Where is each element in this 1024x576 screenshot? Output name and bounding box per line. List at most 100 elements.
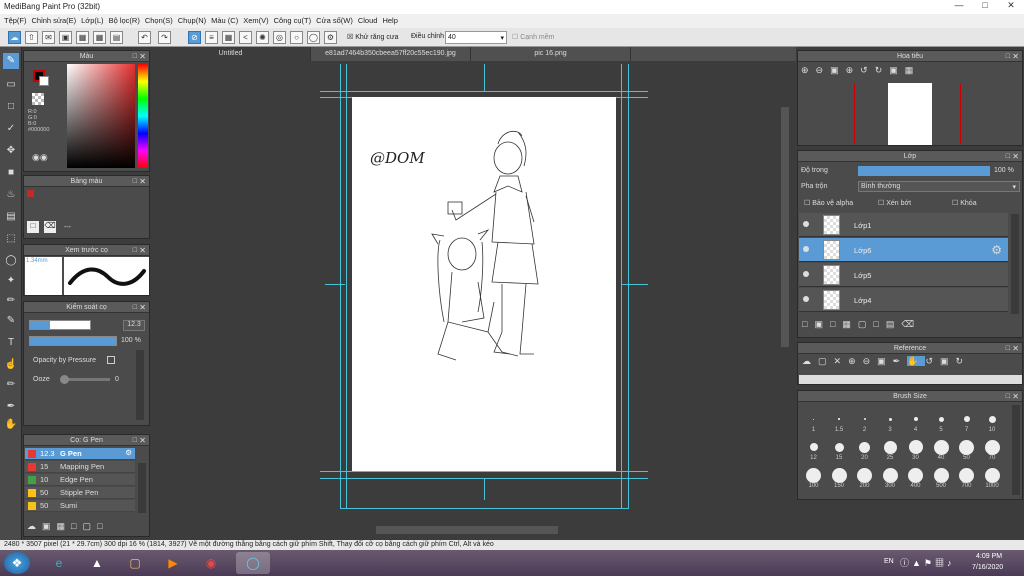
merge-icon[interactable]: ▤ [886, 319, 902, 329]
close-icon[interactable]: ✕ [1012, 51, 1019, 62]
magic-wand-icon[interactable]: ✦ [3, 273, 19, 289]
pin-icon[interactable]: □ [1006, 151, 1010, 162]
eye-icon[interactable] [803, 221, 809, 227]
new-file-icon[interactable]: ▣ [59, 31, 72, 44]
reference-view[interactable] [799, 375, 1022, 384]
scrollbar[interactable] [1012, 405, 1020, 495]
zoom-out-icon[interactable]: ⊖ [816, 65, 831, 75]
pin-icon[interactable]: □ [133, 176, 137, 187]
brush-size-option[interactable]: 1 [801, 411, 826, 437]
menu-layer[interactable]: Lớp(L) [81, 14, 108, 28]
scrollbar[interactable] [138, 463, 146, 513]
eyedropper-icon[interactable]: ✒ [893, 356, 908, 366]
tray-icons[interactable]: ⓘ▲⚑▦♪ [900, 556, 954, 569]
flip-icon[interactable]: ▣ [940, 356, 956, 366]
app-icon[interactable]: ▲ [80, 552, 114, 574]
menu-snap[interactable]: Chụp(N) [178, 14, 211, 28]
new-8bit-icon[interactable]: □ [830, 319, 842, 329]
start-button[interactable]: ❖ [4, 552, 30, 574]
lock-toggle[interactable]: ☐ Khóa [952, 199, 977, 207]
brush-size-option[interactable]: 300 [878, 467, 903, 493]
brush-size-option[interactable]: 30 [903, 439, 928, 465]
tab-jpg[interactable]: e81ad7464b350cbeea57ff20c55ec190.jpg [311, 47, 471, 61]
cloud-brush-icon[interactable]: ☁ [27, 521, 42, 531]
menu-cloud[interactable]: Cloud [358, 14, 383, 28]
media-icon[interactable]: ▶ [156, 552, 190, 574]
close-icon[interactable]: ✕ [139, 176, 146, 187]
upload-icon[interactable]: ⇧ [25, 31, 38, 44]
menu-file[interactable]: Tệp(F) [4, 14, 32, 28]
brush-size-option[interactable]: 25 [878, 439, 903, 465]
save-icon[interactable]: ▦ [76, 31, 89, 44]
brush-size-option[interactable]: 12 [801, 439, 826, 465]
brush-size-option[interactable]: 100 [801, 467, 826, 493]
hand-icon[interactable]: ✋ [907, 356, 926, 366]
brush-size-option[interactable]: 10 [980, 411, 1005, 437]
radial-snap-icon[interactable]: < [239, 31, 252, 44]
add-brush-icon[interactable]: ▣ [42, 521, 57, 531]
brush-size-option[interactable]: 50 [954, 439, 979, 465]
hue-slider[interactable] [138, 64, 148, 168]
close-icon[interactable]: ✕ [139, 302, 146, 313]
pin-icon[interactable]: □ [133, 245, 137, 256]
cross-snap-icon[interactable]: ✺ [256, 31, 269, 44]
soft-edge-toggle[interactable]: ☐ Cạnh mềm [512, 33, 554, 41]
operation-tool-icon[interactable]: ☝ [3, 357, 19, 373]
transparent-color[interactable] [32, 93, 44, 105]
menu-help[interactable]: Help [382, 14, 402, 28]
fit-icon[interactable]: ▣ [877, 356, 893, 366]
close-icon[interactable]: ✕ [139, 245, 146, 256]
brush-size-option[interactable]: 400 [903, 467, 928, 493]
grid-snap-icon[interactable]: ▦ [222, 31, 235, 44]
folder-icon[interactable]: ▢ [82, 521, 97, 531]
language-indicator[interactable]: EN [884, 558, 894, 565]
layer-item[interactable]: Lớp1 [799, 213, 1008, 237]
curve-snap-icon[interactable]: ◯ [307, 31, 320, 44]
ie-icon[interactable]: e [42, 552, 76, 574]
flip-icon[interactable]: ▣ [889, 65, 905, 75]
layer-opacity-slider[interactable] [858, 166, 990, 176]
select-tool-icon[interactable]: ⬚ [3, 231, 19, 247]
open-icon[interactable]: ▢ [818, 356, 834, 366]
layer-item[interactable]: Lớp6 ⚙ [799, 238, 1008, 262]
brush-size-option[interactable]: 700 [954, 467, 979, 493]
tab-untitled[interactable]: Untitled [151, 47, 311, 61]
palette-swatch[interactable] [27, 190, 34, 197]
zoom-in-icon[interactable]: ⊕ [848, 356, 863, 366]
bucket-tool-icon[interactable]: ♨ [3, 187, 19, 203]
minimize-button[interactable]: — [946, 0, 972, 14]
brush-size-option[interactable]: 40 [929, 439, 954, 465]
snap-off-icon[interactable]: ⊘ [188, 31, 201, 44]
pin-icon[interactable]: □ [133, 435, 137, 446]
layer-item[interactable]: Lớp4 [799, 288, 1008, 312]
close-icon[interactable]: ✕ [1012, 151, 1019, 162]
menu-select[interactable]: Chọn(S) [145, 14, 178, 28]
circle-snap-icon[interactable]: ○ [290, 31, 303, 44]
new-halftone-icon[interactable]: ▣ [814, 319, 830, 329]
protect-alpha-toggle[interactable]: ☐ Bảo vệ alpha [804, 199, 853, 207]
medibang-task-icon[interactable]: ◯ [236, 552, 270, 574]
eraser-tool-icon[interactable]: ▭ [3, 77, 19, 93]
blend-select[interactable]: Bình thường ▾ [858, 181, 1020, 192]
saturation-value-picker[interactable] [67, 64, 135, 168]
fit-icon[interactable]: ▣ [830, 65, 846, 75]
eye-icon[interactable] [803, 296, 809, 302]
pin-icon[interactable]: □ [1006, 51, 1010, 62]
correction-select[interactable]: 40 ▾ [445, 31, 507, 44]
rect-select-icon[interactable]: □ [3, 99, 19, 115]
color-swap-icon[interactable]: ◉◉ [32, 152, 48, 163]
pin-icon[interactable]: □ [1006, 343, 1010, 354]
gear-icon[interactable]: ⚙ [125, 448, 132, 457]
select-pen-icon[interactable]: ✏ [3, 293, 19, 309]
brush-size-option[interactable]: 1000 [980, 467, 1005, 493]
save-as-icon[interactable]: ▦ [93, 31, 106, 44]
hand-tool-icon[interactable]: ✋ [3, 417, 19, 433]
chrome-icon[interactable]: ◉ [194, 552, 228, 574]
copy-brush-icon[interactable]: □ [71, 521, 82, 531]
pin-icon[interactable]: □ [133, 51, 137, 62]
close-icon[interactable]: ✕ [1012, 343, 1019, 354]
gear-icon[interactable]: ⚙ [991, 243, 1002, 257]
add-swatch-icon[interactable]: □ [27, 221, 39, 233]
cloud-icon[interactable]: ☁ [8, 31, 21, 44]
cloud-icon[interactable]: ☁ [802, 356, 818, 366]
